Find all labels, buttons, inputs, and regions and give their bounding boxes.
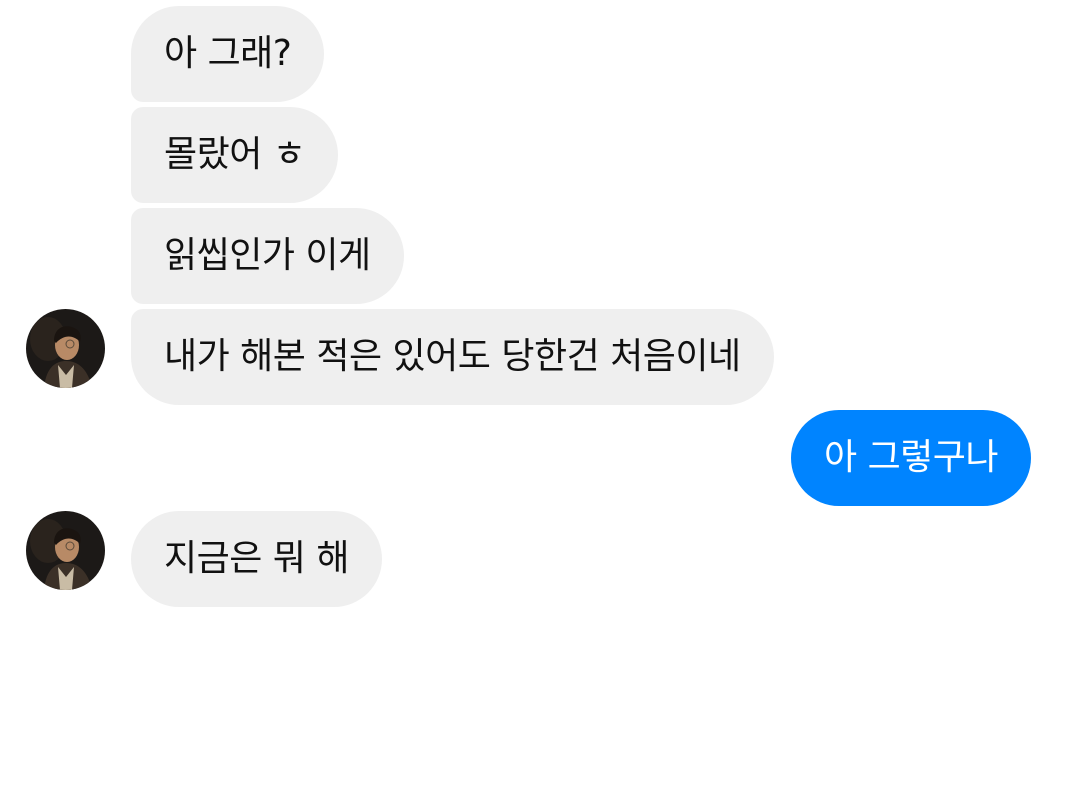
- incoming-message-bubble[interactable]: 읽씹인가 이게: [131, 208, 404, 304]
- message-text: 아 그렇구나: [824, 437, 999, 478]
- message-thread: 아 그래? 몰랐어 ㅎ 읽씹인가 이게 내가 해본 적은 있어도 당한건 처음이…: [0, 0, 1080, 810]
- incoming-message-bubble[interactable]: 내가 해본 적은 있어도 당한건 처음이네: [131, 309, 774, 405]
- avatar-photo-icon: [26, 511, 105, 590]
- message-text: 내가 해본 적은 있어도 당한건 처음이네: [164, 336, 741, 377]
- message-text: 몰랐어 ㅎ: [164, 134, 306, 175]
- contact-avatar[interactable]: [26, 309, 105, 388]
- incoming-message-bubble[interactable]: 지금은 뭐 해: [131, 511, 382, 607]
- avatar-photo-icon: [26, 309, 105, 388]
- message-text: 읽씹인가 이게: [164, 235, 371, 276]
- message-text: 지금은 뭐 해: [164, 538, 350, 579]
- incoming-message-bubble[interactable]: 몰랐어 ㅎ: [131, 107, 339, 203]
- outgoing-message-bubble[interactable]: 아 그렇구나: [791, 410, 1032, 506]
- message-text: 아 그래?: [164, 33, 292, 74]
- contact-avatar[interactable]: [26, 511, 105, 590]
- incoming-message-bubble[interactable]: 아 그래?: [131, 6, 325, 102]
